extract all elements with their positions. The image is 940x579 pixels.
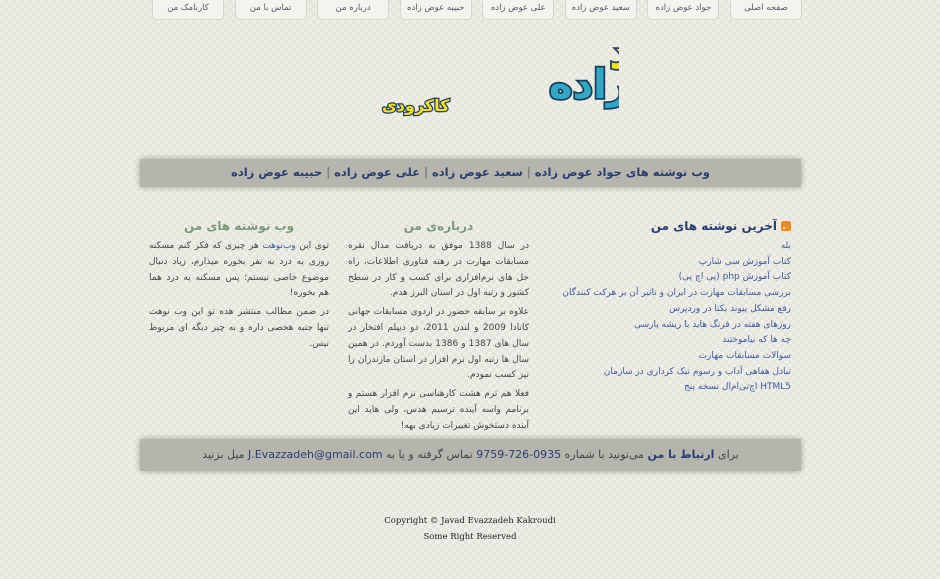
- top-navigation: صفحه اصلی جواد عوض زاده سعید عوض زاده عل…: [152, 0, 802, 20]
- post-link[interactable]: تبادل هفاهی آداب و رسوم تیک کرداری در سا…: [575, 365, 791, 381]
- separator: |: [526, 165, 531, 179]
- rss-icon[interactable]: [781, 221, 791, 231]
- blogs-heading: وب نوشته های من: [183, 219, 295, 233]
- rights-text: Some Right Reserved: [423, 532, 517, 542]
- phone-number: 0935-726-9759: [476, 448, 562, 461]
- nav-tab-contact[interactable]: تماس با من: [234, 0, 307, 20]
- contact-text: می‌تونید با شماره: [561, 448, 648, 461]
- post-link[interactable]: بررسی مسابقات مهارت در ایران و تاثیر آن …: [562, 286, 791, 302]
- blogs-section: وب نوشته های من توی این وب‌نوهت هر چیزی …: [149, 219, 329, 356]
- post-link[interactable]: چه ها که نیاموختند: [575, 333, 791, 349]
- blog-link-habibeh[interactable]: حبیبه عوض زاده: [231, 165, 322, 179]
- blogs-paragraph: توی این وب‌نوهت هر چیزی که فکر کنم مسکنه…: [149, 239, 329, 302]
- nav-tab-habibeh[interactable]: حبیبه عوض زاده: [399, 0, 472, 20]
- blogs-paragraph: در ضمن مطالب منتشر هده تو این وب نوهت تن…: [149, 307, 329, 349]
- separator: |: [326, 165, 331, 179]
- nav-tab-resume[interactable]: کارنامک من: [152, 0, 224, 20]
- email-link[interactable]: J.Evazzadeh@gmail.com: [248, 448, 383, 461]
- copyright-text: Copyright © Javad Evazzadeh Kakroudi: [384, 516, 556, 526]
- nav-tab-ali[interactable]: علی عوض زاده: [482, 0, 555, 20]
- about-paragraph: فعلا هم ترم هشت کارهناسی نرم افزار هستم …: [348, 389, 529, 431]
- post-link[interactable]: HTML5 اچ‌تی‌ام‌ال نسخه پنج: [575, 380, 791, 396]
- blogs-text: توی این: [295, 241, 329, 251]
- contact-text: تماس گرفته و یا به: [382, 448, 477, 461]
- post-link[interactable]: بله: [575, 239, 791, 255]
- logo-line2: عوض زاده: [549, 62, 619, 108]
- contact-bar: برای ارتباط با من می‌تونید با شماره 0935…: [140, 439, 801, 471]
- post-link[interactable]: کتاب آموزش php (پی اچ پی): [575, 270, 791, 286]
- contact-text: برای: [714, 448, 739, 461]
- about-paragraph: علاوه بر سابقه حضور در اردوی مسابقات جها…: [348, 307, 529, 381]
- post-link[interactable]: کتاب آموزش سی شارپ: [575, 255, 791, 271]
- site-footer: Copyright © Javad Evazzadeh Kakroudi Som…: [0, 513, 940, 545]
- site-logo[interactable]: جواد عوض زاده کاکرودی: [324, 18, 619, 118]
- post-link[interactable]: روزهای هفته در فرنگ هاید با ریشه پارسی: [575, 318, 791, 334]
- logo-line3: کاکرودی: [382, 96, 450, 115]
- blog-link-javad[interactable]: وب نوشته های جواد عوض زاده: [535, 165, 710, 179]
- separator: |: [424, 165, 428, 179]
- blog-link[interactable]: وب‌نوهت: [262, 241, 296, 251]
- latest-posts-title[interactable]: آخرین نوشته های من: [651, 219, 777, 233]
- latest-posts-heading: آخرین نوشته های من: [575, 219, 791, 233]
- contact-link[interactable]: ارتباط با من: [648, 448, 715, 461]
- post-link[interactable]: سوالات مسابقات مهارت: [575, 349, 791, 365]
- nav-tab-about[interactable]: درباره من: [317, 0, 390, 20]
- latest-posts-section: آخرین نوشته های من بله کتاب آموزش سی شار…: [562, 219, 791, 396]
- about-heading: درباره‌ی من: [403, 219, 474, 233]
- latest-posts-list: بله کتاب آموزش سی شارپ کتاب آموزش php (پ…: [562, 239, 791, 396]
- about-section: درباره‌ی من در سال 1388 موفق به دریافت م…: [348, 219, 529, 438]
- post-link[interactable]: رفع مشکل پیوند یکتا در وردپرس: [575, 302, 791, 318]
- blog-link-ali[interactable]: علی عوض زاده: [334, 165, 420, 179]
- contact-text: میل بزنید: [202, 448, 249, 461]
- nav-tab-saeid[interactable]: سعید عوض زاده: [564, 0, 637, 20]
- about-paragraph: در سال 1388 موفق به دریافت مدال نقره مسا…: [348, 241, 529, 299]
- nav-tab-home[interactable]: صفحه اصلی: [729, 0, 802, 20]
- blog-link-saeid[interactable]: سعید عوض زاده: [432, 165, 523, 179]
- nav-tab-javad[interactable]: جواد عوض زاده: [647, 0, 720, 20]
- blog-links-bar: وب نوشته های جواد عوض زاده|سعید عوض زاده…: [140, 159, 801, 187]
